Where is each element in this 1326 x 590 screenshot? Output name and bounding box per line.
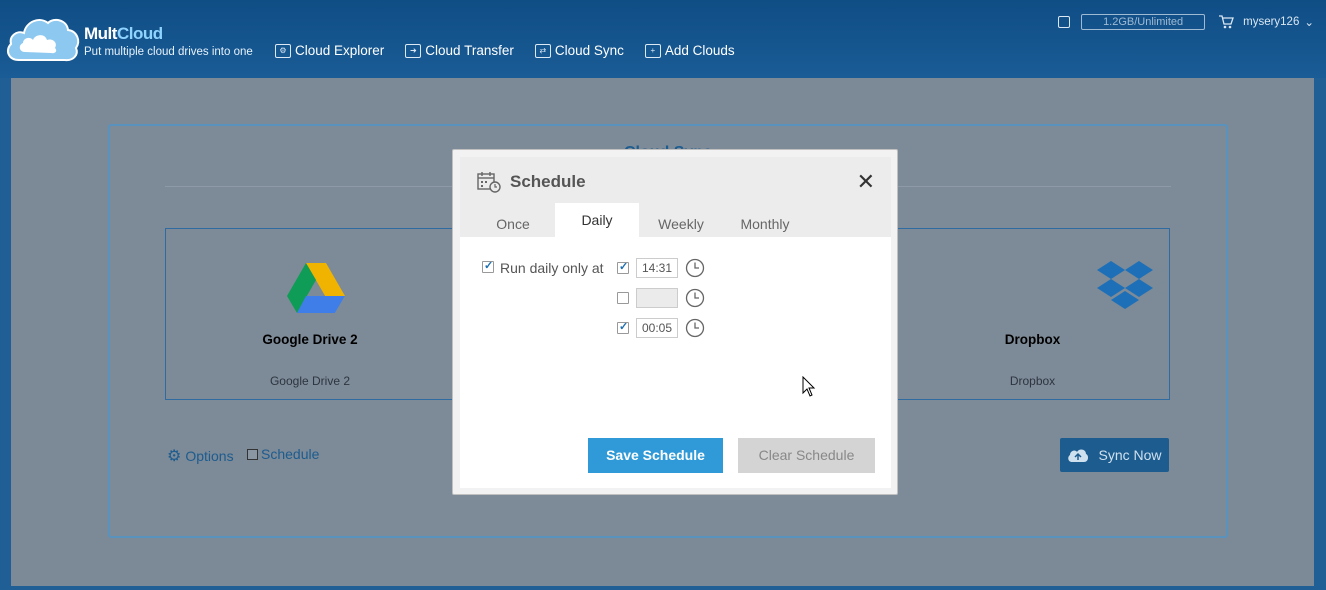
source-cloud-name: Google Drive 2 — [262, 332, 358, 347]
tagline: Put multiple cloud drives into one — [84, 46, 253, 58]
target-cloud-name: Dropbox — [1004, 332, 1061, 347]
source-cloud-box[interactable]: Google Drive 2 Google Drive 2 — [165, 228, 455, 400]
time-1-checkbox[interactable] — [617, 260, 629, 274]
close-icon[interactable]: ✕ — [857, 169, 875, 195]
nav-cloud-sync[interactable]: ⇄ Cloud Sync — [534, 43, 624, 58]
nav-label: Add Clouds — [664, 43, 735, 58]
source-cloud-subtitle: Google Drive 2 — [269, 374, 351, 388]
cloud-transfer-icon: ➜ — [405, 43, 422, 58]
nav-add-clouds[interactable]: + Add Clouds — [644, 43, 735, 58]
stats-icon[interactable] — [1058, 16, 1071, 28]
run-daily-checkbox[interactable] — [482, 259, 494, 273]
user-menu[interactable]: mysery126 ⌄ — [1243, 15, 1314, 29]
chevron-down-icon: ⌄ — [1304, 17, 1314, 29]
time-3-checkbox[interactable] — [617, 320, 629, 334]
tab-monthly[interactable]: Monthly — [732, 203, 798, 237]
modal-title: Schedule — [510, 172, 586, 191]
tab-weekly[interactable]: Weekly — [650, 203, 712, 237]
modal-header: Schedule ✕ Once Daily Weekly Monthly — [460, 157, 891, 237]
clock-icon[interactable] — [685, 258, 705, 278]
main-nav: ⚙ Cloud Explorer ➜ Cloud Transfer ⇄ Clou… — [275, 43, 735, 58]
time-3-field[interactable]: 00:05 — [636, 318, 678, 338]
schedule-label: Schedule — [261, 446, 320, 462]
save-schedule-button[interactable]: Save Schedule — [588, 438, 723, 473]
gear-icon: ⚙ — [167, 448, 182, 465]
nav-label: Cloud Explorer — [295, 43, 385, 58]
add-clouds-icon: + — [644, 43, 661, 58]
nav-cloud-explorer[interactable]: ⚙ Cloud Explorer — [275, 43, 384, 58]
cloud-sync-icon: ⇄ — [534, 43, 551, 58]
cart-icon[interactable] — [1218, 15, 1235, 29]
multcloud-logo-icon[interactable] — [5, 14, 81, 64]
clear-schedule-button[interactable]: Clear Schedule — [738, 438, 875, 473]
schedule-tabs: Once Daily Weekly Monthly — [460, 203, 891, 237]
sync-now-label: Sync Now — [1098, 447, 1162, 463]
tab-once[interactable]: Once — [484, 203, 542, 237]
nav-label: Cloud Sync — [554, 43, 624, 58]
cloud-sync-icon — [1068, 449, 1089, 462]
top-header: MultCloud Put multiple cloud drives into… — [0, 0, 1326, 78]
schedule-toggle[interactable]: Schedule — [247, 446, 319, 462]
nav-label: Cloud Transfer — [425, 43, 514, 58]
target-cloud-box[interactable]: Dropbox Dropbox — [895, 228, 1170, 400]
brand-name: MultCloud — [84, 24, 163, 44]
google-drive-icon — [287, 263, 345, 313]
options-link[interactable]: ⚙ Options — [167, 446, 234, 466]
time-2-checkbox[interactable] — [617, 292, 629, 304]
account-bar: 1.2GB/Unlimited mysery126 ⌄ — [1058, 14, 1314, 30]
schedule-checkbox[interactable] — [247, 448, 258, 460]
clock-icon[interactable] — [685, 288, 705, 308]
username: mysery126 — [1243, 16, 1300, 28]
schedule-modal: Schedule ✕ Once Daily Weekly Monthly Run… — [452, 149, 898, 495]
cloud-explorer-icon: ⚙ — [275, 43, 291, 58]
options-label: Options — [185, 448, 234, 464]
brand-accent-text: Cloud — [116, 24, 163, 43]
tab-daily[interactable]: Daily — [555, 203, 639, 237]
mouse-cursor-icon — [802, 376, 816, 397]
time-2-field[interactable] — [636, 288, 678, 308]
dropbox-icon — [1097, 261, 1153, 309]
nav-cloud-transfer[interactable]: ➜ Cloud Transfer — [405, 43, 514, 58]
calendar-clock-icon — [477, 172, 501, 193]
time-1-field[interactable]: 14:31 — [636, 258, 678, 278]
modal-body: Run daily only at 14:31 00:05 Sav — [460, 237, 891, 488]
schedule-modal-content: Schedule ✕ Once Daily Weekly Monthly Run… — [460, 157, 891, 488]
sync-now-button[interactable]: Sync Now — [1060, 438, 1169, 472]
target-cloud-subtitle: Dropbox — [1009, 374, 1056, 388]
brand-main-text: Mult — [84, 24, 117, 43]
quota-indicator: 1.2GB/Unlimited — [1081, 14, 1206, 30]
run-daily-label: Run daily only at — [500, 260, 604, 276]
clock-icon[interactable] — [685, 318, 705, 338]
